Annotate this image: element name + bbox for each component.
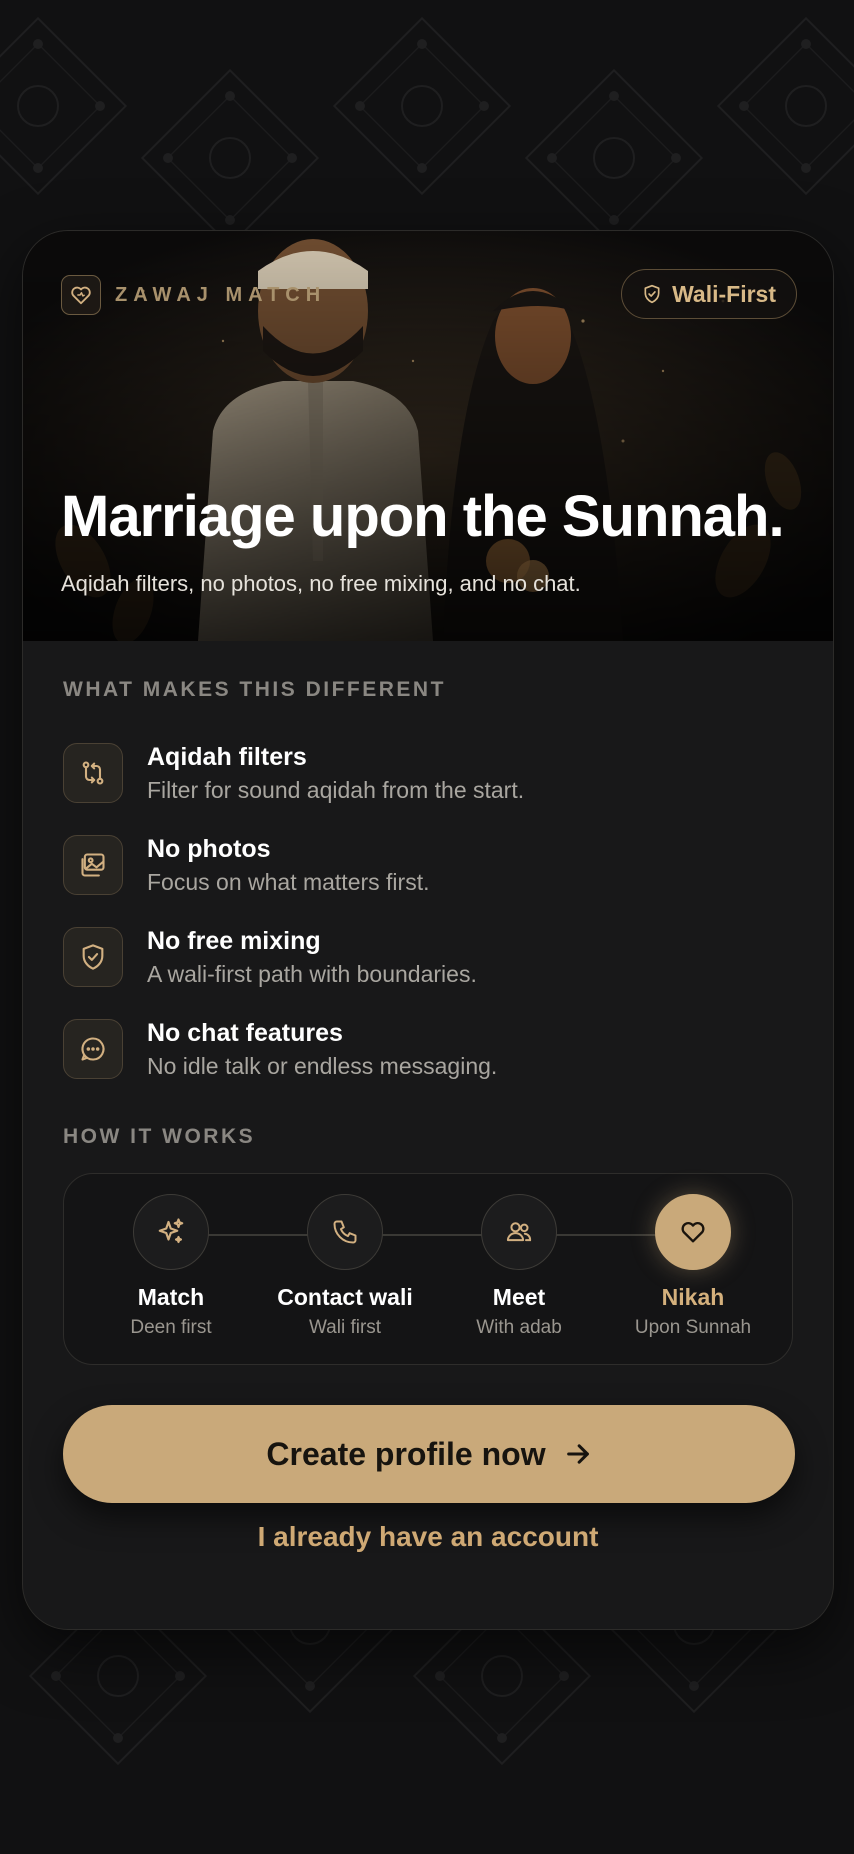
heart-icon	[61, 275, 101, 315]
feature-desc: No idle talk or endless messaging.	[147, 1053, 498, 1079]
step-title: Match	[137, 1284, 205, 1310]
feature-title: No photos	[147, 835, 271, 863]
shield-check-icon	[63, 927, 123, 987]
users-icon	[481, 1194, 557, 1270]
create-profile-button[interactable]: Create profile now	[63, 1405, 795, 1503]
step-contact-wali: Contact wali Wali first	[258, 1194, 432, 1339]
page-title: Marriage upon the Sunnah.	[61, 484, 785, 549]
step-title: Contact wali	[277, 1284, 413, 1310]
feature-item: Aqidah filters Filter for sound aqidah f…	[63, 743, 793, 813]
login-link[interactable]: I already have an account	[23, 1521, 833, 1553]
step-subtitle: Deen first	[130, 1317, 212, 1338]
feature-item: No chat features No idle talk or endless…	[63, 1019, 793, 1089]
arrow-right-icon	[566, 1444, 589, 1464]
step-match: Match Deen first	[84, 1194, 258, 1339]
shield-check-icon	[644, 284, 660, 304]
onboarding-card: ZAWAJ MATCH Wali-First Marriage upon the…	[22, 230, 834, 1630]
brand: ZAWAJ MATCH	[61, 275, 326, 315]
how-it-works-label: HOW IT WORKS	[63, 1125, 256, 1148]
step-nikah: Nikah Upon Sunnah	[606, 1194, 780, 1339]
feature-title: No chat features	[147, 1019, 343, 1047]
how-it-works-steps: Match Deen first Contact wali Wali first…	[63, 1173, 793, 1365]
chat-bubble-icon	[63, 1019, 123, 1079]
step-meet: Meet With adab	[432, 1194, 606, 1339]
image-off-icon	[63, 835, 123, 895]
step-title: Meet	[492, 1284, 546, 1310]
step-title: Nikah	[661, 1284, 725, 1310]
feature-desc: Focus on what matters first.	[147, 869, 430, 895]
wali-first-label: Wali-First	[672, 280, 776, 307]
feature-desc: Filter for sound aqidah from the start.	[147, 777, 525, 803]
brand-name: ZAWAJ MATCH	[115, 283, 327, 306]
feature-desc: A wali-first path with boundaries.	[147, 961, 477, 987]
features-section-label: WHAT MAKES THIS DIFFERENT	[63, 678, 446, 701]
create-profile-label: Create profile now	[266, 1435, 546, 1472]
hero-subtitle: Aqidah filters, no photos, no free mixin…	[61, 571, 581, 596]
feature-item: No photos Focus on what matters first.	[63, 835, 793, 905]
feature-title: No free mixing	[147, 927, 321, 955]
step-subtitle: Upon Sunnah	[634, 1317, 752, 1338]
step-subtitle: Wali first	[308, 1317, 382, 1338]
step-subtitle: With adab	[476, 1317, 562, 1338]
feature-item: No free mixing A wali-first path with bo…	[63, 927, 793, 997]
compare-arrows-icon	[63, 743, 123, 803]
feature-title: Aqidah filters	[147, 743, 307, 771]
phone-icon	[307, 1194, 383, 1270]
heart-icon	[655, 1194, 731, 1270]
sparkles-icon	[133, 1194, 209, 1270]
wali-first-badge: Wali-First	[621, 269, 797, 319]
hero-banner: ZAWAJ MATCH Wali-First Marriage upon the…	[23, 231, 833, 641]
